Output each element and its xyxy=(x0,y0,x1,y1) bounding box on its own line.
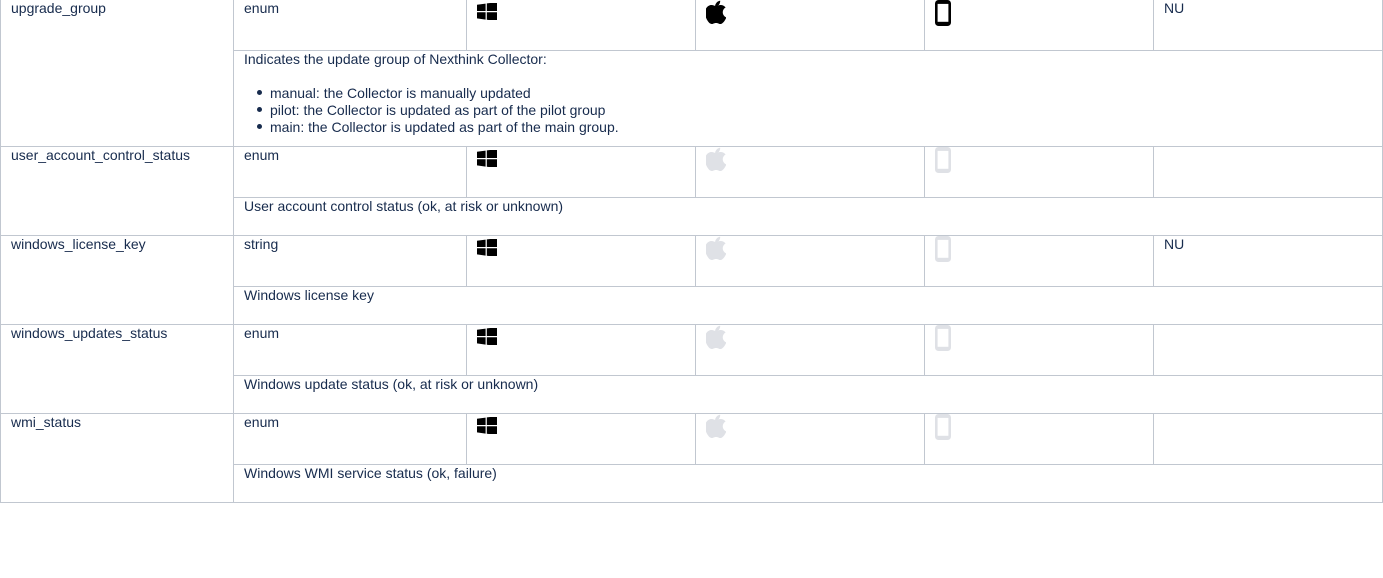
apple-icon xyxy=(706,236,914,260)
field-name: windows_updates_status xyxy=(0,324,234,414)
list-item: main: the Collector is updated as part o… xyxy=(257,119,1372,136)
mac-support-cell xyxy=(695,413,925,465)
windows-support-cell xyxy=(466,324,696,376)
field-definitions-table: upgrade_group enum NU Indicates the update … xyxy=(0,0,1383,503)
mac-support-cell xyxy=(695,324,925,376)
field-row-user-account-control-status: user_account_control_status enum xyxy=(0,146,1383,236)
field-type: string xyxy=(233,235,467,287)
field-name: windows_license_key xyxy=(0,235,234,325)
apple-icon xyxy=(706,0,914,24)
list-item: pilot: the Collector is updated as part … xyxy=(257,102,1372,119)
field-flags: NU xyxy=(1153,235,1383,287)
field-description-cell: Windows update status (ok, at risk or un… xyxy=(233,375,1383,414)
mobile-support-cell xyxy=(924,235,1154,287)
mobile-phone-icon xyxy=(935,147,1143,174)
field-row-windows-license-key: windows_license_key string NU xyxy=(0,235,1383,325)
field-description-cell: Windows WMI service status (ok, failure) xyxy=(233,464,1383,503)
field-type: enum xyxy=(233,0,467,51)
apple-icon xyxy=(706,325,914,349)
mobile-phone-icon xyxy=(935,0,1143,27)
apple-icon xyxy=(706,414,914,438)
windows-icon xyxy=(477,328,685,345)
field-description: Windows license key xyxy=(244,287,374,304)
field-row-windows-updates-status: windows_updates_status enum xyxy=(0,324,1383,414)
mac-support-cell xyxy=(695,235,925,287)
mobile-support-cell xyxy=(924,0,1154,51)
windows-icon xyxy=(477,3,685,20)
description-bullet-list: manual: the Collector is manually update… xyxy=(244,85,1372,136)
mobile-phone-icon xyxy=(935,325,1143,352)
field-flags: NU xyxy=(1153,0,1383,51)
windows-icon xyxy=(477,417,685,434)
apple-icon xyxy=(706,147,914,171)
field-name: user_account_control_status xyxy=(0,146,234,236)
field-description: Indicates the update group of Nexthink C… xyxy=(244,51,547,68)
field-description: User account control status (ok, at risk… xyxy=(244,198,564,215)
windows-icon xyxy=(477,150,685,167)
mac-support-cell xyxy=(695,0,925,51)
field-description-cell: Windows license key xyxy=(233,286,1383,325)
mac-support-cell xyxy=(695,146,925,198)
windows-icon xyxy=(477,239,685,256)
field-row-wmi-status: wmi_status enum xyxy=(0,413,1383,503)
field-flags xyxy=(1153,146,1383,198)
mobile-support-cell xyxy=(924,324,1154,376)
table-body: upgrade_group enum NU Indicates the update … xyxy=(0,0,1383,503)
windows-support-cell xyxy=(466,0,696,51)
field-name: upgrade_group xyxy=(0,0,234,147)
windows-support-cell xyxy=(466,413,696,465)
mobile-phone-icon xyxy=(935,414,1143,441)
windows-support-cell xyxy=(466,146,696,198)
list-item: manual: the Collector is manually update… xyxy=(257,85,1372,102)
field-type: enum xyxy=(233,146,467,198)
mobile-support-cell xyxy=(924,413,1154,465)
field-description: Windows update status (ok, at risk or un… xyxy=(244,376,539,393)
field-name: wmi_status xyxy=(0,413,234,503)
mobile-phone-icon xyxy=(935,236,1143,263)
windows-support-cell xyxy=(466,235,696,287)
field-type: enum xyxy=(233,413,467,465)
field-description-cell: User account control status (ok, at risk… xyxy=(233,197,1383,236)
field-flags xyxy=(1153,324,1383,376)
field-row-upgrade-group: upgrade_group enum NU xyxy=(0,0,1383,147)
mobile-support-cell xyxy=(924,146,1154,198)
field-description-cell: Indicates the update group of Nexthink C… xyxy=(233,50,1383,147)
field-type: enum xyxy=(233,324,467,376)
field-description: Windows WMI service status (ok, failure) xyxy=(244,465,497,482)
field-flags xyxy=(1153,413,1383,465)
